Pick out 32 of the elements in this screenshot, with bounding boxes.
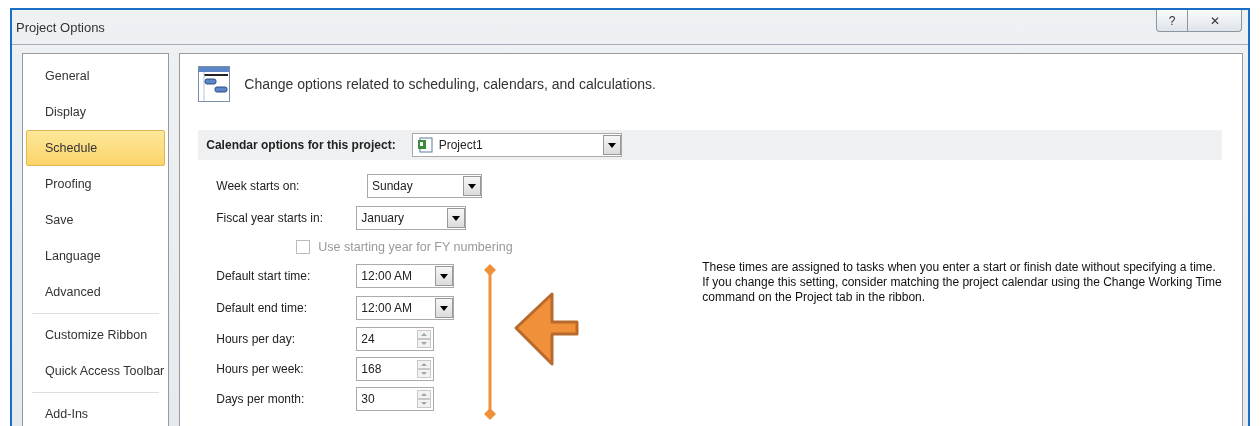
sidebar-item[interactable]: General xyxy=(26,58,166,94)
number-spinner[interactable]: 30 xyxy=(356,387,435,411)
field-label: Week starts on: xyxy=(216,179,301,193)
field-label: Default start time: xyxy=(216,269,312,283)
sidebar-item[interactable]: Schedule xyxy=(26,130,166,166)
sidebar-item[interactable]: Proofing xyxy=(26,166,166,202)
dropdown-field[interactable]: January xyxy=(356,206,467,230)
field-label: Fiscal year starts in: xyxy=(216,211,324,225)
sidebar-item[interactable]: Display xyxy=(26,94,166,130)
sidebar-item[interactable]: Customize Ribbon xyxy=(26,317,166,353)
number-spinner[interactable]: 24 xyxy=(356,327,435,351)
sidebar-item[interactable]: Quick Access Toolbar xyxy=(26,353,166,389)
field-label: Default end time: xyxy=(216,301,308,315)
checkbox-label: Use starting year for FY numbering xyxy=(318,240,513,254)
sidebar-item[interactable]: Add-Ins xyxy=(26,396,166,426)
dropdown-field[interactable]: 12:00 AM xyxy=(356,264,455,288)
help-note: These times are assigned to tasks when you enter a start or finish date without specifying a time. If you change this setting, consider matching the project calendar using the Change Working Time command on the Project tab in the ribbon. xyxy=(702,260,1223,305)
dropdown-field[interactable]: 12:00 AM xyxy=(356,296,455,320)
sidebar-item[interactable]: Advanced xyxy=(26,274,166,310)
project-dropdown[interactable]: Project1 xyxy=(411,133,622,157)
number-spinner[interactable]: 168 xyxy=(356,357,435,381)
dropdown-field[interactable]: Sunday xyxy=(366,174,483,198)
field-label: Hours per week: xyxy=(216,362,305,376)
window-title: Project Options xyxy=(16,19,105,35)
sidebar-item[interactable]: Save xyxy=(26,202,166,238)
close-button[interactable]: ✕ xyxy=(1188,10,1242,32)
help-button[interactable]: ? xyxy=(1156,10,1188,32)
field-label: Days per month: xyxy=(216,392,306,406)
sidebar-item[interactable]: Language xyxy=(26,238,166,274)
section-description: Change options related to scheduling, calendars, and calculations. xyxy=(244,76,656,92)
field-label: Hours per day: xyxy=(216,332,296,346)
calendar-options-label: Calendar options for this project: xyxy=(206,138,396,152)
